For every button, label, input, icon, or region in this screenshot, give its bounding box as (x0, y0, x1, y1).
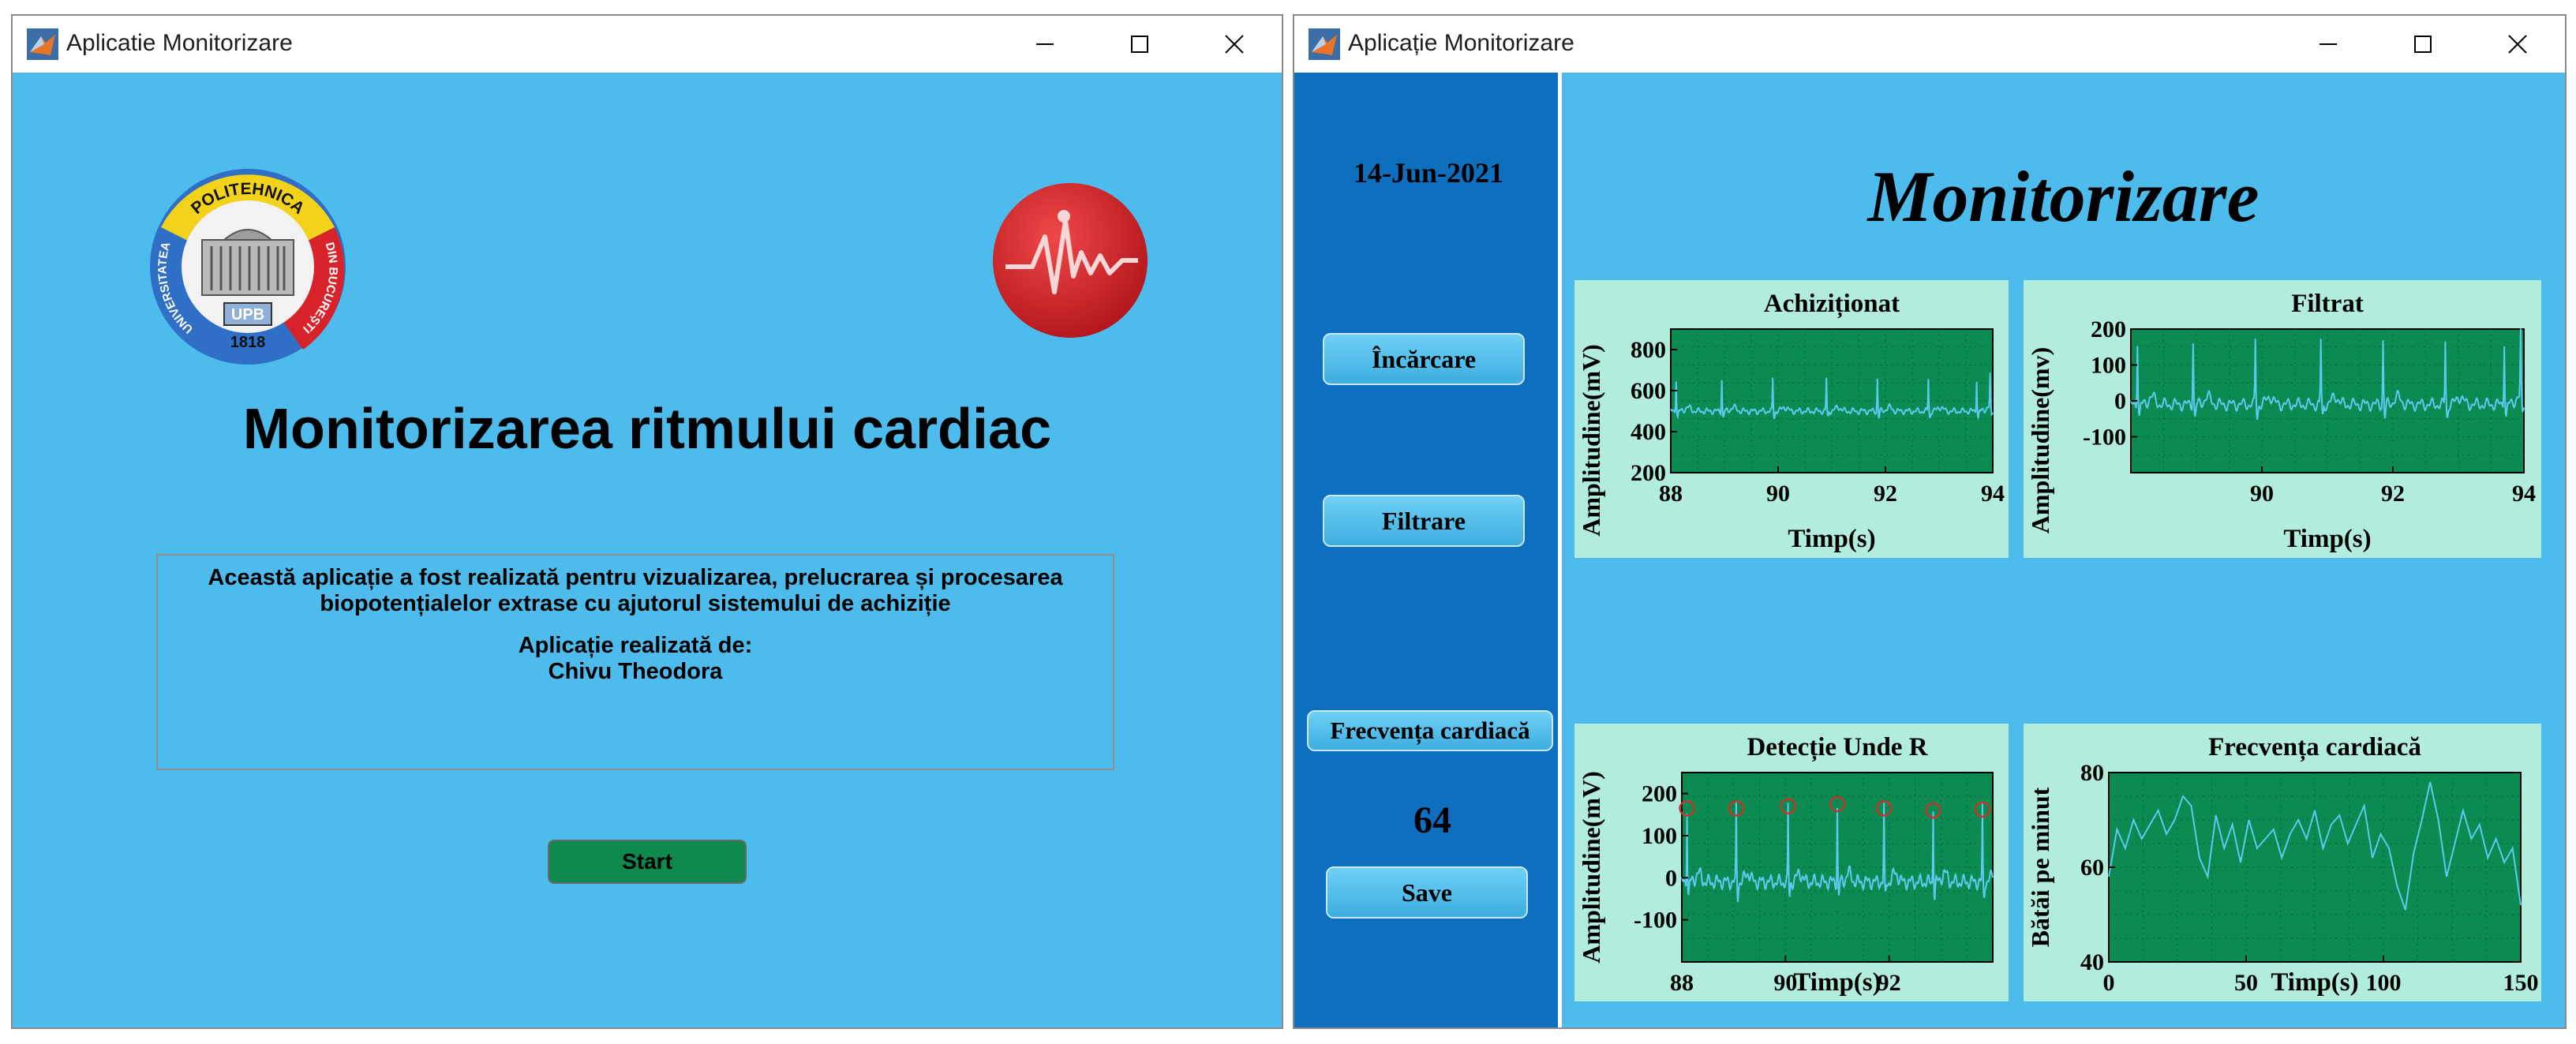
x-tick-label: 90 (1766, 481, 1790, 507)
author-name: Chivu Theodora (548, 659, 723, 684)
maximize-button[interactable] (1092, 16, 1187, 73)
y-tick-label: 200 (2091, 316, 2126, 342)
x-tick-label: 94 (2512, 481, 2536, 507)
svg-text:UPB: UPB (231, 306, 264, 324)
x-tick-label: 150 (2503, 970, 2539, 996)
chart-title: Frecvența cardiacă (2208, 733, 2421, 762)
chart-filtered: 90 92 94 -100 0 100 200 Filtrat Timp(s) Amplitudi… (2024, 280, 2541, 558)
y-tick-label: 800 (1631, 337, 1666, 363)
chart-title: Detecție Unde R (1747, 733, 1928, 762)
chart-svg: 88 90 92 94200400600800AchiziționatTimp(s)A… (1577, 290, 2005, 553)
upb-logo: POLITEHNICA UNIVERSITATEA DIN BUCUREȘTI … (150, 169, 346, 365)
x-tick-label: 94 (1981, 481, 2005, 507)
x-axis-label: Timp(s) (1793, 968, 1881, 997)
close-button[interactable] (1187, 16, 1282, 73)
monitoring-content: 14-Jun-2021 Încărcare Filtrare Frecvența… (1294, 73, 2565, 1027)
x-axis-label: Timp(s) (2283, 525, 2371, 553)
author-label: Aplicație realizată de: (518, 633, 753, 658)
description-line: biopotențialelor extrase cu ajutorul sis… (320, 591, 951, 616)
y-tick-label: 60 (2080, 855, 2104, 881)
y-tick-label: -100 (2083, 425, 2126, 451)
save-button[interactable]: Save (1326, 866, 1528, 919)
minimize-icon (1036, 43, 1054, 45)
y-tick-label: 400 (1631, 419, 1666, 445)
x-tick-label: 50 (2234, 970, 2258, 996)
window-title: Aplicație Monitorizare (1348, 30, 1574, 56)
chart-svg: 90 92 94 -100 0 100 200 Filtrat Timp(s) Amplitudi… (2026, 290, 2536, 553)
window-title: Aplicatie Monitorizare (66, 30, 293, 56)
page-title: Monitorizarea ritmului cardiac (242, 398, 1052, 461)
x-axis-label: Timp(s) (1788, 525, 1875, 553)
heart-rate-button[interactable]: Frecvența cardiacă (1307, 710, 1553, 751)
minimize-button[interactable] (998, 16, 1092, 73)
x-tick-label: 90 (2250, 481, 2274, 507)
window-welcome: Aplicatie Monitorizare POLITEHNICA UNIVE… (11, 14, 1283, 1029)
matlab-icon (1309, 28, 1340, 60)
y-tick-label: 0 (1665, 865, 1677, 891)
chart-svg: 0 50 100 150 40 60 80 Frecvența cardiacă Timp(s)… (2026, 733, 2539, 997)
date-label: 14-Jun-2021 (1353, 157, 1504, 189)
chart-title: Filtrat (2291, 290, 2364, 318)
chart-r-wave-detection: 88 90 92 -100 0 100 200 Detecție Unde R Timp(s) A… (1574, 724, 2009, 1001)
chart-heart-rate: 0 50 100 150 40 60 80 Frecvența cardiacă Timp(s)… (2024, 724, 2541, 1001)
y-tick-label: -100 (1634, 907, 1677, 934)
heart-rate-value: 64 (1413, 799, 1451, 841)
maximize-icon (2414, 36, 2432, 53)
y-tick-label: 200 (1642, 781, 1677, 807)
maximize-button[interactable] (2376, 16, 2470, 73)
load-button[interactable]: Încărcare (1323, 333, 1525, 385)
cardiac-pulse-logo (993, 183, 1148, 338)
monitoring-title: Monitorizare (1867, 156, 2260, 237)
window-monitoring: Aplicație Monitorizare 14-Jun-2021 Încăr… (1293, 14, 2567, 1029)
start-button[interactable]: Start (548, 840, 747, 884)
minimize-button[interactable] (2281, 16, 2376, 73)
chart-acquired: 88 90 92 94 200 400 600 800 Achiziționat Timp(s) A… (1574, 280, 2009, 558)
x-tick-label: 92 (1874, 481, 1897, 507)
title-bar: Aplicație Monitorizare (1294, 16, 2565, 73)
close-button[interactable] (2470, 16, 2565, 73)
y-axis-label: Amplitudine(mV) (1577, 344, 1605, 537)
x-tick-label: 88 (1670, 970, 1694, 996)
welcome-content: POLITEHNICA UNIVERSITATEA DIN BUCUREȘTI … (13, 73, 1282, 1027)
close-icon (2508, 35, 2527, 54)
minimize-icon (2320, 43, 2337, 45)
y-tick-label: 100 (1642, 823, 1677, 849)
y-tick-label: 0 (2114, 388, 2126, 414)
x-axis-label: Timp(s) (2271, 968, 2358, 997)
y-axis-label: Bătăi pe minut (2026, 787, 2054, 947)
y-tick-label: 200 (1631, 460, 1666, 486)
close-icon (1225, 35, 1244, 54)
y-tick-label: 100 (2091, 353, 2126, 379)
y-tick-label: 600 (1631, 378, 1666, 404)
y-tick-label: 80 (2080, 760, 2104, 786)
x-tick-label: 0 (2103, 970, 2115, 996)
y-tick-label: 40 (2080, 949, 2104, 975)
svg-text:1818: 1818 (230, 334, 266, 351)
x-tick-label: 100 (2366, 970, 2402, 996)
matlab-icon (27, 28, 58, 60)
sidebar: 14-Jun-2021 Încărcare Filtrare Frecvența… (1294, 73, 1562, 1027)
y-axis-label: Amplitudine(mV) (1577, 771, 1605, 964)
y-axis-label: Amplitudine(mv) (2026, 347, 2054, 533)
description-line: Această aplicație a fost realizată pentr… (208, 565, 1063, 590)
chart-svg: 88 90 92-1000100200Detecție Unde RTimp(s)A… (1577, 733, 1994, 997)
description-box: Această aplicație a fost realizată pentr… (156, 554, 1114, 770)
title-bar: Aplicatie Monitorizare (13, 16, 1282, 73)
x-tick-label: 92 (2381, 481, 2405, 507)
chart-title: Achiziționat (1764, 290, 1900, 319)
maximize-icon (1131, 36, 1148, 53)
filter-button[interactable]: Filtrare (1323, 495, 1525, 547)
